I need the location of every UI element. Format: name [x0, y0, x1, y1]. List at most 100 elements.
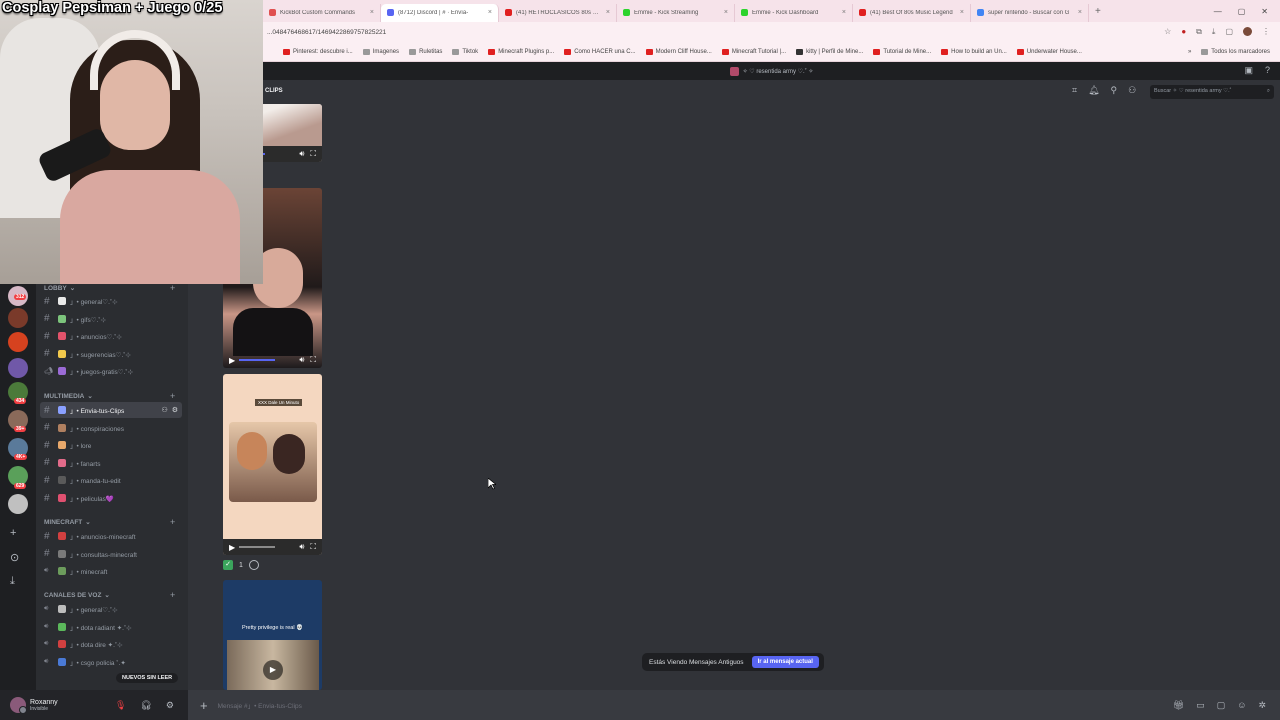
bookmark-item[interactable]: Minecraft Plugins p... [488, 48, 554, 55]
tab-close-icon[interactable]: × [606, 9, 610, 16]
add-server-icon[interactable]: + [10, 527, 16, 539]
window-icon[interactable]: ▢ [1225, 27, 1233, 37]
search-input[interactable]: Buscar ✧ ♡ resentida army ♡.˚ ⌕ [1150, 85, 1274, 99]
bookmark-item[interactable]: Minecraft Tutorial |... [721, 48, 786, 55]
bookmark-item[interactable]: Como HACER una C... [564, 48, 636, 55]
video-progress-bar[interactable] [239, 359, 276, 361]
create-channel-icon[interactable]: + [170, 391, 175, 401]
server-icon[interactable] [8, 308, 28, 328]
tab-close-icon[interactable]: × [1078, 9, 1082, 16]
gift-icon[interactable]: 🎁︎ [1173, 700, 1184, 711]
bookmark-item[interactable]: Tutorial de Mine... [873, 48, 931, 55]
maximize-icon[interactable]: ▢ [1238, 7, 1246, 16]
channel-item[interactable]: # 」• sugerencias♡.˚⊹ [40, 346, 182, 362]
headphones-icon[interactable]: 🎧︎ [140, 700, 151, 711]
fullscreen-icon[interactable]: ⛶ [310, 149, 316, 159]
user-avatar[interactable] [10, 697, 27, 714]
settings-gear-icon[interactable]: ⚙ [166, 700, 174, 711]
channel-item[interactable]: # 」• gifs♡.˚⊹ [40, 311, 182, 327]
channel-item[interactable]: 🔊︎ 」• general♡.˚⊹ [40, 601, 182, 617]
browser-tab[interactable]: super nintendo - Buscar con G × [971, 3, 1089, 22]
composer-placeholder[interactable]: Mensaje #」• Envia-tus-Clips [218, 700, 302, 710]
url-text[interactable]: ...048476468617/1469422869757825221 [263, 29, 1164, 36]
browser-tab[interactable]: (41) RETROCLASICOS 80s & 90 × [499, 3, 617, 22]
volume-icon[interactable]: 🔊︎ [299, 355, 304, 365]
channel-item[interactable]: # 」• consultas-minecraft [40, 546, 182, 562]
bookmark-star-icon[interactable]: ☆ [1164, 27, 1171, 37]
tab-close-icon[interactable]: × [960, 9, 964, 16]
new-tab-button[interactable]: + [1095, 6, 1101, 17]
bookmark-item[interactable]: kitty | Perfil de Mine... [796, 48, 863, 55]
add-reaction-icon[interactable] [248, 560, 259, 570]
channel-category[interactable]: CANALES DE VOZ ⌄ + [44, 590, 175, 600]
channel-item[interactable]: # 」• fanarts [40, 455, 182, 471]
inbox-icon[interactable]: ▣ [1244, 65, 1253, 76]
jump-to-present-button[interactable]: Ir al mensaje actual [751, 656, 819, 668]
channel-category[interactable]: MINECRAFT ⌄ + [44, 517, 175, 527]
explore-servers-icon[interactable]: ⊙ [10, 551, 19, 564]
channel-item[interactable]: 🔊︎ 」• csgo policia ˚.✦ [40, 654, 182, 670]
channel-item[interactable]: # 」• general♡.˚⊹ [40, 293, 182, 309]
extension-icon[interactable]: ● [1181, 27, 1186, 37]
channel-item[interactable]: # 」• lore [40, 437, 182, 453]
bookmark-item[interactable]: Tiktok [452, 48, 478, 55]
apps-icon[interactable]: ✲ [1258, 700, 1266, 711]
play-overlay-icon[interactable]: ▶ [263, 660, 283, 680]
create-channel-icon[interactable]: + [170, 283, 175, 293]
browser-tab[interactable]: (8712) Discord | # · Envía- × [381, 3, 499, 22]
kebab-menu-icon[interactable]: ⋮ [1262, 27, 1270, 37]
browser-tab[interactable]: Emmie - Kick Streaming × [617, 3, 735, 22]
bookmark-item[interactable]: How to build an Un... [941, 48, 1007, 55]
new-unreads-pill[interactable]: NUEVOS SIN LEER [116, 673, 179, 683]
channel-item[interactable]: 🔊︎ 」• dota radiant ✦.˚⊹ [40, 619, 182, 635]
video-progress-bar[interactable] [239, 546, 276, 548]
channel-item[interactable]: # 」• manda-tu-edit [40, 472, 182, 488]
channel-settings-gear-icon[interactable]: ⚙ [172, 406, 178, 414]
help-icon[interactable]: ? [1265, 65, 1270, 76]
server-icon[interactable] [8, 358, 28, 378]
browser-tab[interactable]: Emmie - Kick Dashboard × [735, 3, 853, 22]
gif-icon[interactable]: ▭ [1196, 700, 1205, 711]
play-icon[interactable]: ▶ [229, 543, 235, 552]
bookmark-item[interactable]: Imagenes [362, 48, 399, 55]
notification-bell-icon[interactable]: 🔔︎ [1088, 85, 1099, 96]
close-window-icon[interactable]: ✕ [1261, 7, 1268, 16]
channel-category[interactable]: LOBBY ⌄ + [44, 283, 175, 293]
browser-tab[interactable]: KickBot Custom Commands × [263, 3, 381, 22]
attach-plus-icon[interactable]: + [200, 698, 208, 713]
bookmark-item[interactable]: Modern Cliff House... [645, 48, 712, 55]
all-bookmarks-folder[interactable]: Todos los marcadores [1201, 48, 1270, 55]
server-icon[interactable] [8, 332, 28, 352]
profile-avatar[interactable] [1243, 27, 1252, 36]
sticker-icon[interactable]: ▢ [1217, 700, 1226, 711]
play-icon[interactable]: ▶ [229, 356, 235, 365]
tab-close-icon[interactable]: × [370, 9, 374, 16]
video-clip[interactable]: XXX Dale Un Minuto ▶ 🔊︎ ⛶ [223, 374, 322, 555]
mic-muted-icon[interactable]: 🎙︎ [115, 700, 126, 711]
channel-category[interactable]: MULTIMEDIA ⌄ + [44, 391, 175, 401]
emoji-icon[interactable]: ☺ [1237, 700, 1246, 711]
pin-icon[interactable]: ⚲ [1111, 85, 1118, 96]
tab-close-icon[interactable]: × [488, 9, 492, 16]
channel-item[interactable]: 🔊︎ 」• minecraft [40, 563, 182, 579]
extension-puzzle-icon[interactable]: ⧉ [1196, 27, 1202, 37]
bookmarks-overflow-icon[interactable]: » [1188, 49, 1191, 55]
checkmark-reaction-icon[interactable]: ✓ [223, 560, 233, 570]
minimize-icon[interactable]: — [1214, 7, 1222, 16]
create-channel-icon[interactable]: + [170, 590, 175, 600]
volume-icon[interactable]: 🔊︎ [299, 149, 304, 159]
video-clip[interactable]: Pretty privilege is real 💀 ▶ [223, 580, 322, 690]
member-list-icon[interactable]: ⚇ [1128, 85, 1136, 96]
channel-item-selected[interactable]: # 」• Envia-tus-Clips ⚇ ⚙ [40, 402, 182, 418]
threads-icon[interactable]: ⌗ [1072, 85, 1077, 96]
tab-close-icon[interactable]: × [842, 9, 846, 16]
create-channel-icon[interactable]: + [170, 517, 175, 527]
fullscreen-icon[interactable]: ⛶ [310, 355, 316, 365]
fullscreen-icon[interactable]: ⛶ [310, 542, 316, 552]
channel-item[interactable]: # 」• anuncios-minecraft [40, 528, 182, 544]
channel-item[interactable]: 🔊︎ 」• dota dire ✦.˚⊹ [40, 636, 182, 652]
bookmark-item[interactable]: Underwater House... [1016, 48, 1082, 55]
message-composer[interactable]: + Mensaje #」• Envia-tus-Clips 🎁︎ ▭ ▢ ☺ ✲ [188, 690, 1280, 720]
server-icon[interactable] [8, 494, 28, 514]
bookmark-item[interactable]: Pinterest: descubre i... [283, 48, 353, 55]
